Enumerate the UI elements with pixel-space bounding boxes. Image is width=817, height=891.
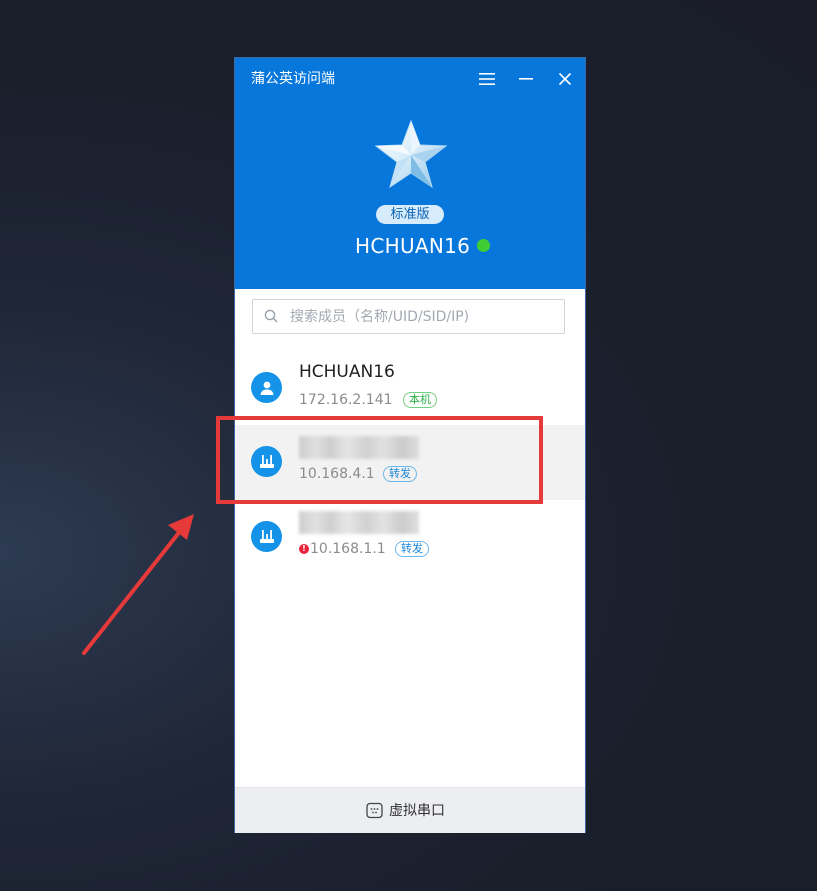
annotation-arrow bbox=[82, 514, 194, 655]
